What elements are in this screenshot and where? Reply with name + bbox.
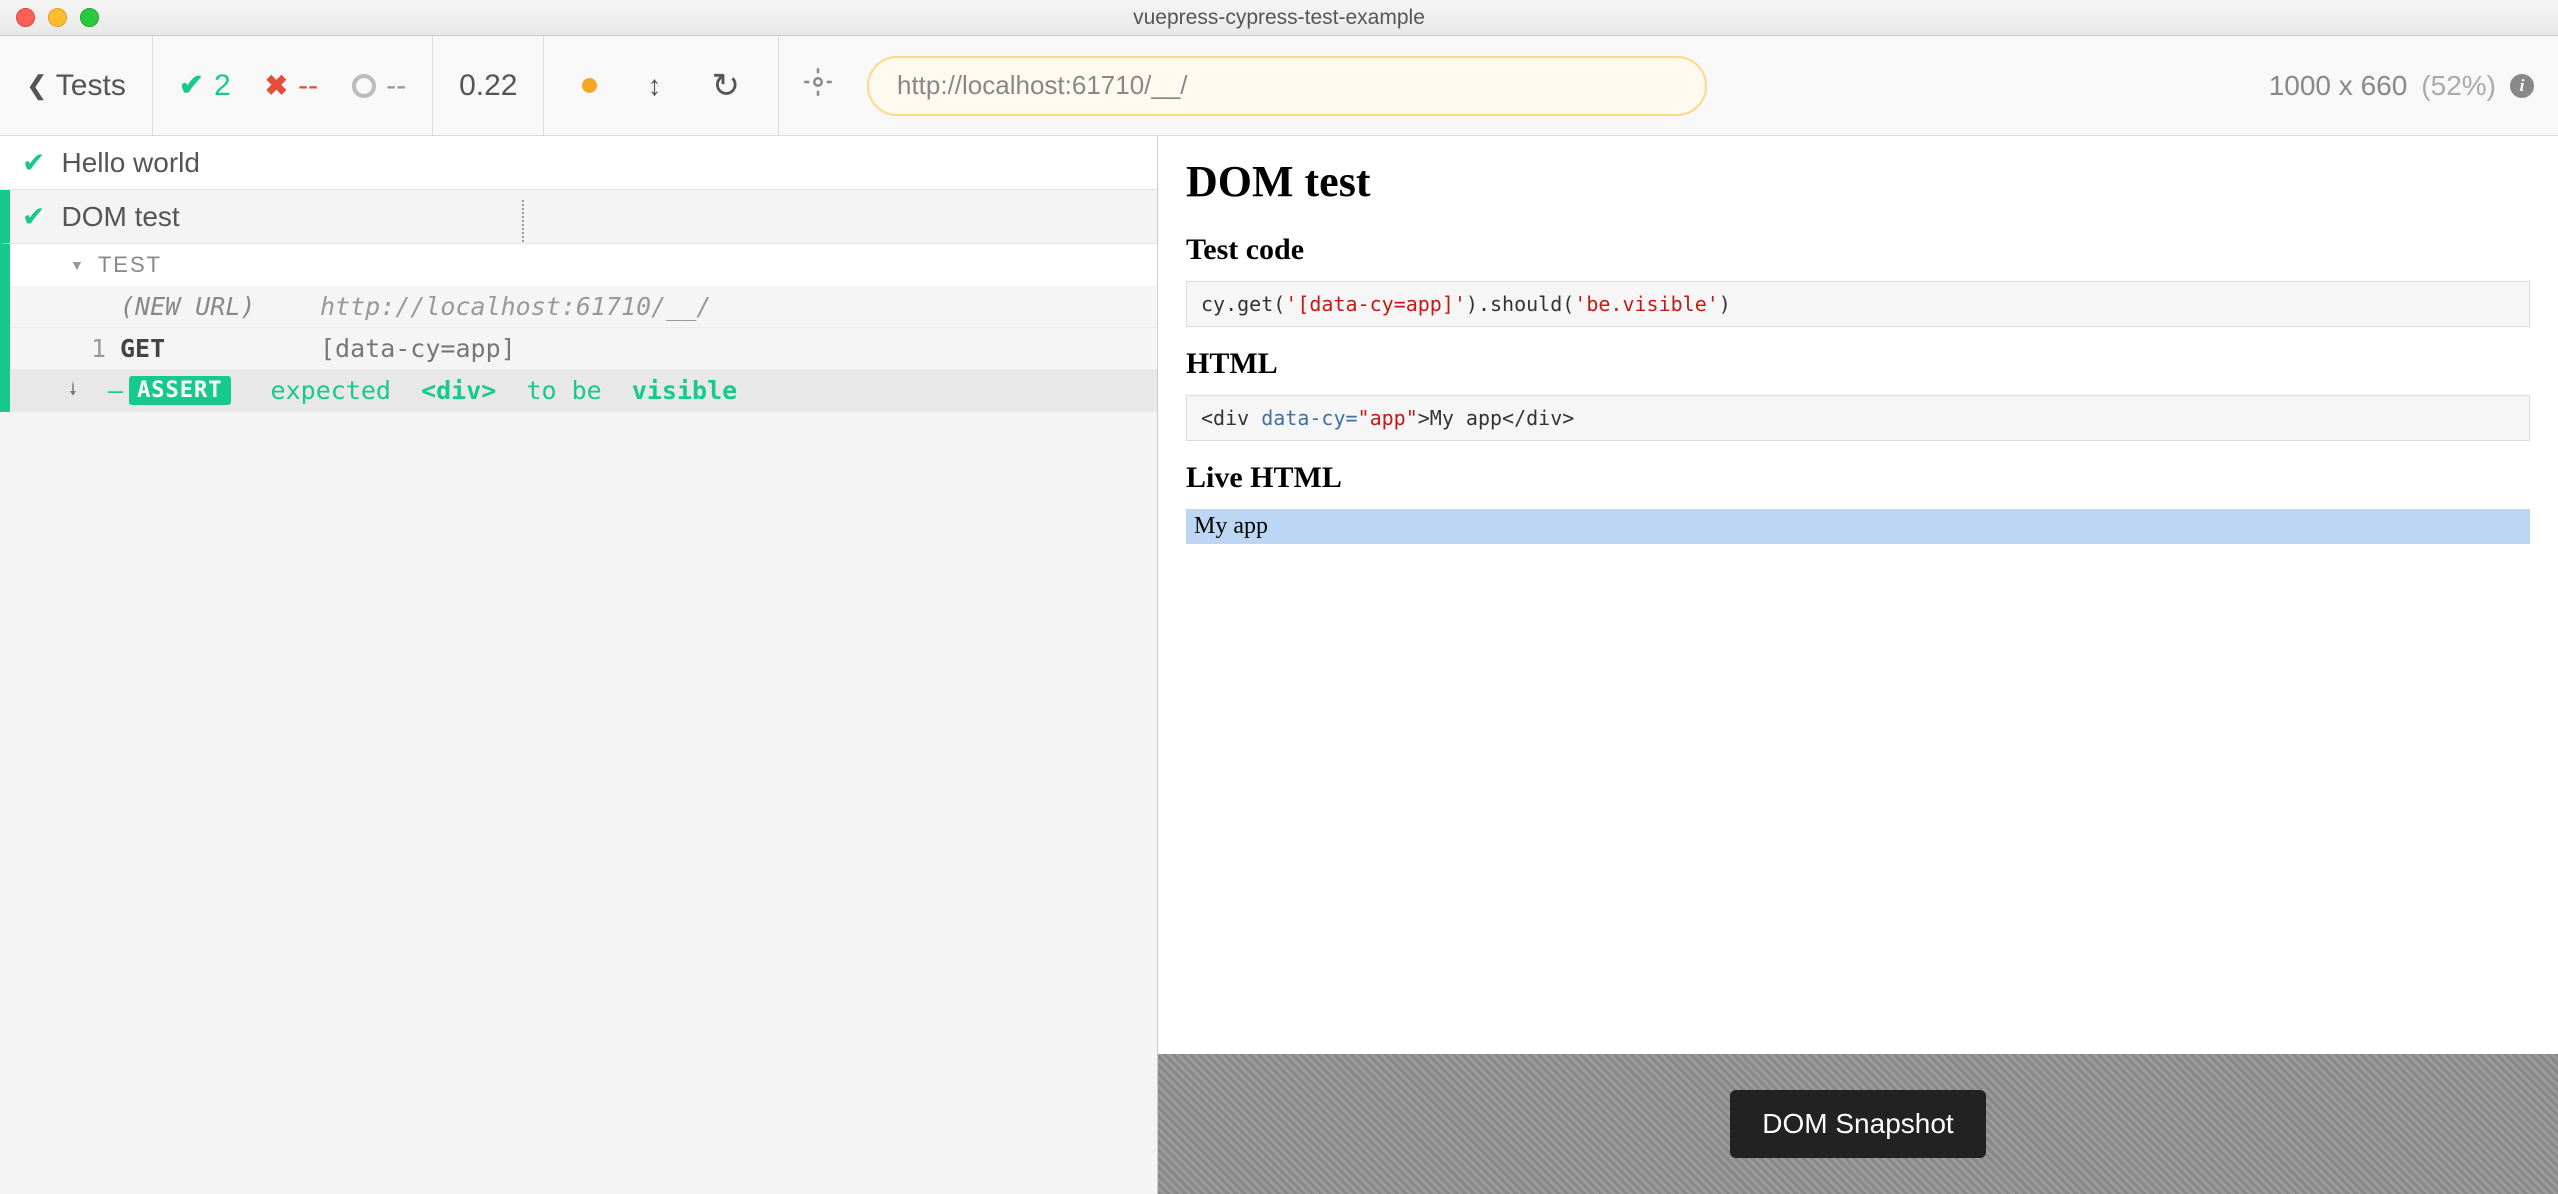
preview: DOM test Test code cy.get('[data-cy=app]… xyxy=(1158,136,2558,1054)
cmd-message: [data-cy=app] xyxy=(320,334,516,363)
time-section: 0.22 xyxy=(433,36,544,135)
resize-icon[interactable]: ↕ xyxy=(647,70,661,102)
traffic-lights xyxy=(0,8,99,27)
cmd-message: http://localhost:61710/__/ xyxy=(320,292,711,321)
minimize-window-icon[interactable] xyxy=(48,8,67,27)
heading-html: HTML xyxy=(1186,347,2530,381)
main: ✔ Hello world ✔ DOM test ▼ TEST (NEW URL… xyxy=(0,136,2558,1194)
snapshot-footer: DOM Snapshot xyxy=(1158,1054,2558,1194)
command-get[interactable]: 1 GET [data-cy=app] xyxy=(10,328,1157,370)
code-block-test: cy.get('[data-cy=app]').should('be.visib… xyxy=(1186,281,2530,327)
section-label: TEST xyxy=(98,252,162,278)
tests-label: Tests xyxy=(56,69,126,103)
heading-test-code: Test code xyxy=(1186,233,2530,267)
view-controls: ↕ ↻ xyxy=(544,36,779,135)
aut-panel: DOM test Test code cy.get('[data-cy=app]… xyxy=(1158,136,2558,1194)
stats-section: ✔ 2 ✖ -- -- xyxy=(153,36,433,135)
cmd-label: (NEW URL) xyxy=(120,292,320,321)
selector-playground-icon[interactable] xyxy=(803,67,833,105)
caret-down-icon: ▼ xyxy=(70,257,86,273)
assert-message: expected <div> to be visible xyxy=(271,376,738,405)
command-assert[interactable]: – ASSERT expected <div> to be visible xyxy=(10,370,1157,412)
page-title: DOM test xyxy=(1186,156,2530,207)
info-icon[interactable]: i xyxy=(2510,74,2534,98)
command-log: ✔ Hello world ✔ DOM test ▼ TEST (NEW URL… xyxy=(0,136,1158,1194)
tests-nav[interactable]: ❮ Tests xyxy=(0,36,153,135)
failed-count: -- xyxy=(298,69,318,103)
pending-count: -- xyxy=(386,69,406,103)
close-window-icon[interactable] xyxy=(16,8,35,27)
heading-live-html: Live HTML xyxy=(1186,461,2530,495)
circle-icon xyxy=(352,74,376,98)
pin-icon[interactable] xyxy=(64,377,82,405)
reload-icon[interactable]: ↻ xyxy=(711,66,740,106)
test-body: ▼ TEST (NEW URL) http://localhost:61710/… xyxy=(0,244,1157,412)
check-icon: ✔ xyxy=(22,200,45,233)
viewport-size: 1000 x 660 xyxy=(2269,70,2408,102)
cmd-number: 1 xyxy=(70,334,120,363)
pending-stat: -- xyxy=(352,69,406,103)
check-icon: ✔ xyxy=(22,146,45,179)
toolbar: ❮ Tests ✔ 2 ✖ -- -- 0.22 ↕ ↻ xyxy=(0,36,2558,136)
assert-badge: ASSERT xyxy=(129,376,230,405)
test-row-hello-world[interactable]: ✔ Hello world xyxy=(0,136,1157,190)
test-row-dom-test[interactable]: ✔ DOM test xyxy=(0,190,1157,244)
passed-count: 2 xyxy=(214,69,231,103)
command-new-url[interactable]: (NEW URL) http://localhost:61710/__/ xyxy=(10,286,1157,328)
x-icon: ✖ xyxy=(265,69,288,102)
dom-snapshot-badge: DOM Snapshot xyxy=(1730,1090,1985,1158)
test-title: Hello world xyxy=(61,147,200,179)
live-html-output: My app xyxy=(1186,509,2530,544)
maximize-window-icon[interactable] xyxy=(80,8,99,27)
window-title: vuepress-cypress-test-example xyxy=(1133,6,1425,30)
code-block-html: <div data-cy="app">My app</div> xyxy=(1186,395,2530,441)
viewport-display[interactable]: 1000 x 660 (52%) i xyxy=(2269,70,2534,102)
pause-icon[interactable] xyxy=(582,78,597,93)
url-input[interactable] xyxy=(867,56,1707,116)
url-section: 1000 x 660 (52%) i xyxy=(779,36,2558,135)
duration: 0.22 xyxy=(459,69,517,103)
cmd-label: GET xyxy=(120,334,320,363)
passed-stat: ✔ 2 xyxy=(179,68,231,103)
titlebar: vuepress-cypress-test-example xyxy=(0,0,2558,36)
chevron-left-icon: ❮ xyxy=(26,70,48,101)
check-icon: ✔ xyxy=(179,68,204,103)
failed-stat: ✖ -- xyxy=(265,69,318,103)
test-title: DOM test xyxy=(61,201,179,233)
viewport-zoom: (52%) xyxy=(2421,70,2496,102)
test-section-header[interactable]: ▼ TEST xyxy=(10,244,1157,286)
drag-handle-icon[interactable] xyxy=(522,200,524,244)
dash-icon: – xyxy=(108,376,123,405)
